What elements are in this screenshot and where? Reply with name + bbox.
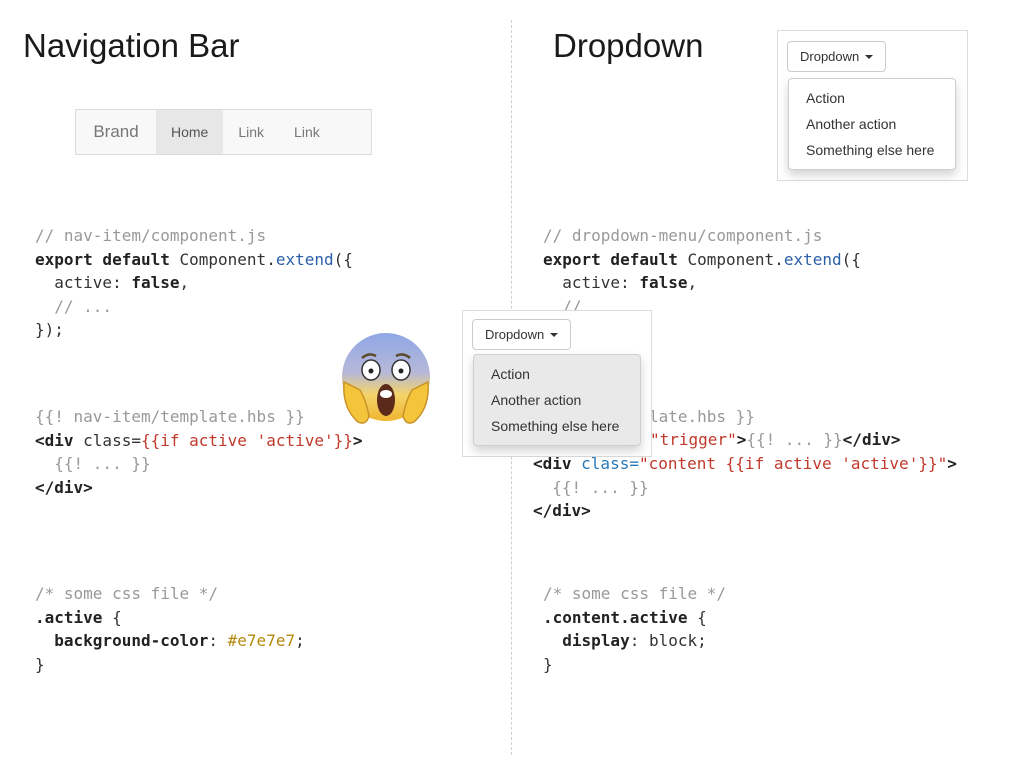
code-tag: </div>: [842, 430, 901, 449]
code-comment: /* some css file */: [543, 584, 727, 603]
code-text: active:: [543, 273, 640, 292]
code-text: :: [629, 631, 649, 650]
title-dropdown: Dropdown: [553, 27, 704, 64]
code-comment: {{! ... }}: [533, 477, 649, 497]
code-dropdown-component: // dropdown-menu/component.js export def…: [543, 224, 861, 318]
dropdown-menu: Action Another action Something else her…: [788, 78, 956, 170]
dropdown-demo-frame: Dropdown Action Another action Something…: [777, 30, 968, 181]
code-tag: >: [736, 430, 747, 449]
code-selector: .active: [35, 607, 103, 627]
code-text: ,: [687, 273, 698, 292]
code-text: ;: [295, 631, 305, 650]
code-text: }: [543, 654, 553, 674]
code-text: class=: [73, 430, 141, 450]
code-text: active:: [35, 273, 132, 292]
title-navigation-bar: Navigation Bar: [23, 27, 240, 64]
dropdown-button-label: Dropdown: [800, 49, 860, 64]
code-comment: // ...: [35, 296, 113, 316]
dropdown-toggle-button-overlay[interactable]: Dropdown: [472, 319, 572, 350]
code-selector: .content.active: [543, 607, 688, 627]
code-comment: // nav-item/component.js: [35, 226, 267, 245]
code-keyword: false: [639, 273, 688, 292]
dropdown-toggle-button[interactable]: Dropdown: [787, 41, 887, 72]
code-text: ,: [179, 273, 190, 292]
code-text: Component.: [169, 249, 276, 269]
code-keyword: export default: [543, 249, 678, 269]
code-comment: {{! ... }}: [746, 430, 843, 449]
code-property: display: [543, 631, 630, 650]
code-nav-item-template: {{! nav-item/template.hbs }} <div class=…: [35, 405, 363, 499]
caret-down-icon: [865, 54, 874, 59]
dropdown-item-action[interactable]: Action: [789, 85, 955, 111]
dropdown-item-something-else[interactable]: Something else here: [474, 413, 640, 439]
code-attr-value: "content {{if active 'active'}}": [638, 454, 948, 473]
code-attr-value: "trigger": [650, 430, 737, 449]
dropdown-menu-overlay: Action Another action Something else her…: [473, 354, 641, 446]
code-tag: >: [947, 454, 957, 473]
dropdown-overlay-frame: Dropdown Action Another action Something…: [462, 310, 652, 457]
code-function: extend: [783, 249, 842, 269]
code-dropdown-template-rest: <div class="content {{if active 'active'…: [533, 452, 957, 523]
nav-item-link-1[interactable]: Link: [223, 110, 279, 154]
code-text: ({: [841, 249, 861, 269]
code-value: block: [648, 631, 698, 650]
code-text: });: [35, 320, 64, 339]
nav-item-home[interactable]: Home: [156, 110, 224, 154]
caret-down-icon: [550, 332, 559, 337]
code-comment: // dropdown-menu/component.js: [543, 226, 823, 245]
code-text: {: [687, 607, 707, 627]
code-text: }: [35, 654, 45, 674]
code-tag: <div: [35, 430, 74, 450]
code-keyword: export default: [35, 249, 170, 269]
code-keyword: false: [131, 273, 180, 292]
code-tag: </div>: [35, 477, 93, 497]
code-comment: {{! nav-item/template.hbs }}: [35, 407, 305, 426]
dropdown-item-another-action[interactable]: Another action: [474, 387, 640, 413]
code-value: #e7e7e7: [227, 631, 296, 650]
code-attr-value: {{if active 'active'}}: [140, 430, 353, 450]
code-comment: {{! ... }}: [35, 454, 151, 473]
code-function: extend: [275, 249, 334, 269]
code-dropdown-css: /* some css file */ .content.active { di…: [543, 582, 726, 676]
face-screaming-in-fear-icon: [342, 333, 430, 424]
code-text: {: [102, 607, 122, 627]
dropdown-item-another-action[interactable]: Another action: [789, 111, 955, 137]
code-text: :: [208, 631, 228, 650]
code-comment: /* some css file */: [35, 584, 219, 603]
dropdown-button-label: Dropdown: [485, 327, 545, 342]
code-text: Component.: [677, 249, 784, 269]
code-tag: >: [352, 430, 363, 450]
code-text: ({: [333, 249, 353, 269]
navbar-brand[interactable]: Brand: [76, 110, 156, 154]
code-nav-item-component: // nav-item/component.js export default …: [35, 224, 353, 342]
dropdown-item-something-else[interactable]: Something else here: [789, 137, 955, 163]
navbar-demo: Brand Home Link Link: [75, 109, 372, 155]
code-property: background-color: [35, 631, 209, 650]
dropdown-item-action[interactable]: Action: [474, 361, 640, 387]
code-nav-css: /* some css file */ .active { background…: [35, 582, 305, 676]
code-dropdown-template-line2: "trigger">{{! ... }}</div>: [650, 428, 900, 452]
nav-item-link-2[interactable]: Link: [279, 110, 335, 154]
code-text: ;: [697, 631, 707, 650]
code-tag: </div>: [533, 501, 591, 520]
